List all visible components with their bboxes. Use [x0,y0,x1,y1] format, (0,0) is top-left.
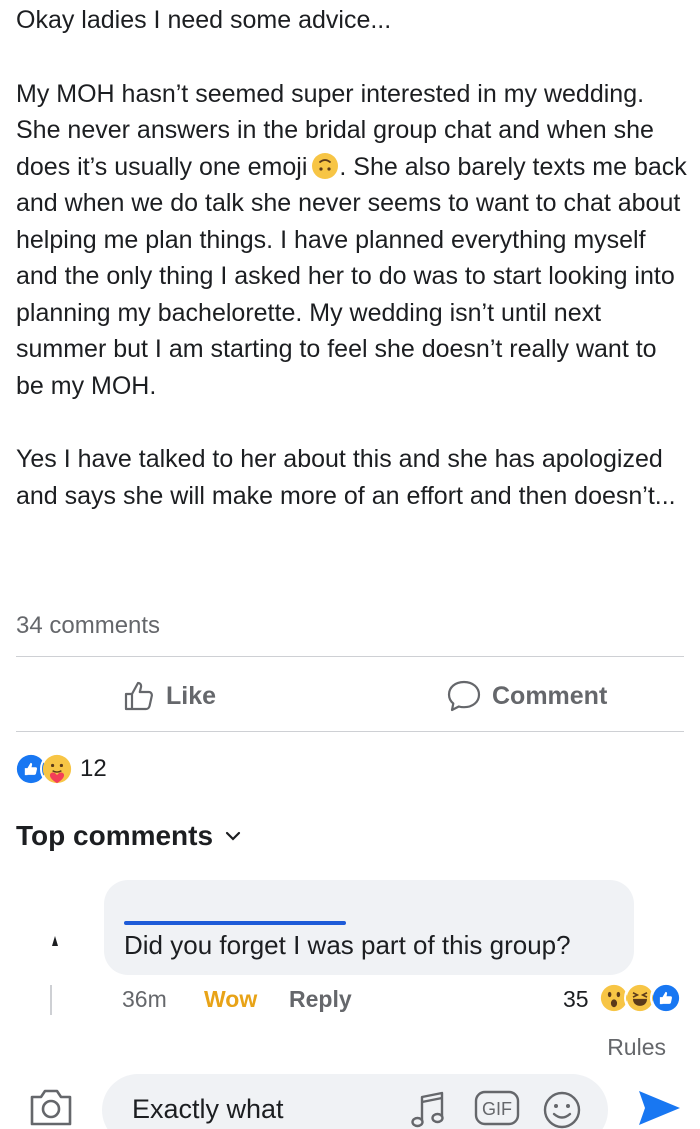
chevron-down-icon [225,831,241,841]
comment-reply-button[interactable]: Reply [289,986,352,1013]
post-opening-line: Okay ladies I need some advice... [16,6,392,34]
comment-button[interactable]: Comment [446,676,607,716]
thread-line [50,985,52,1015]
comments-count-link[interactable]: 34 comments [16,612,160,640]
top-comments-dropdown[interactable]: Top comments [16,820,241,852]
comment-label: Comment [492,681,608,710]
reactions-count: 12 [80,755,107,782]
speech-bubble-icon [447,680,481,712]
upside-down-face-icon [312,152,339,179]
comment-input-text: Exactly what [132,1094,284,1124]
svg-text:GIF: GIF [482,1099,512,1119]
post-paragraph-main: My MOH hasn’t seemed super interested in… [16,76,688,405]
post-paragraph-main-end: . She also barely texts me back and when… [16,152,687,400]
like-button[interactable]: Like [122,676,216,716]
comment-reactions[interactable] [598,982,682,1014]
thumbs-up-icon [124,681,153,711]
top-comments-label: Top comments [16,820,214,851]
like-label: Like [166,681,217,710]
comment-reaction-count: 35 [563,986,589,1012]
post-body: Okay ladies I need some advice... My MOH… [16,2,688,514]
commenter-name-redacted [124,921,346,925]
rules-link[interactable]: Rules [607,1034,666,1061]
music-icon[interactable] [410,1090,446,1129]
reactions-summary[interactable]: 12 [14,752,107,786]
comment-text: Did you forget I was part of this group? [124,930,571,960]
like-reaction-icon [650,982,682,1014]
divider-bottom [16,731,684,732]
gif-icon[interactable]: GIF [474,1090,520,1126]
camera-icon[interactable] [28,1088,74,1126]
commenter-avatar[interactable] [52,936,58,946]
care-reaction-icon [40,752,74,786]
send-icon[interactable] [636,1088,682,1128]
comment-wow-button[interactable]: Wow [204,986,257,1013]
post-paragraph-followup: Yes I have talked to her about this and … [16,445,676,510]
comment-timestamp: 36m [122,986,167,1012]
divider-top [16,656,684,657]
emoji-icon[interactable] [542,1090,582,1129]
